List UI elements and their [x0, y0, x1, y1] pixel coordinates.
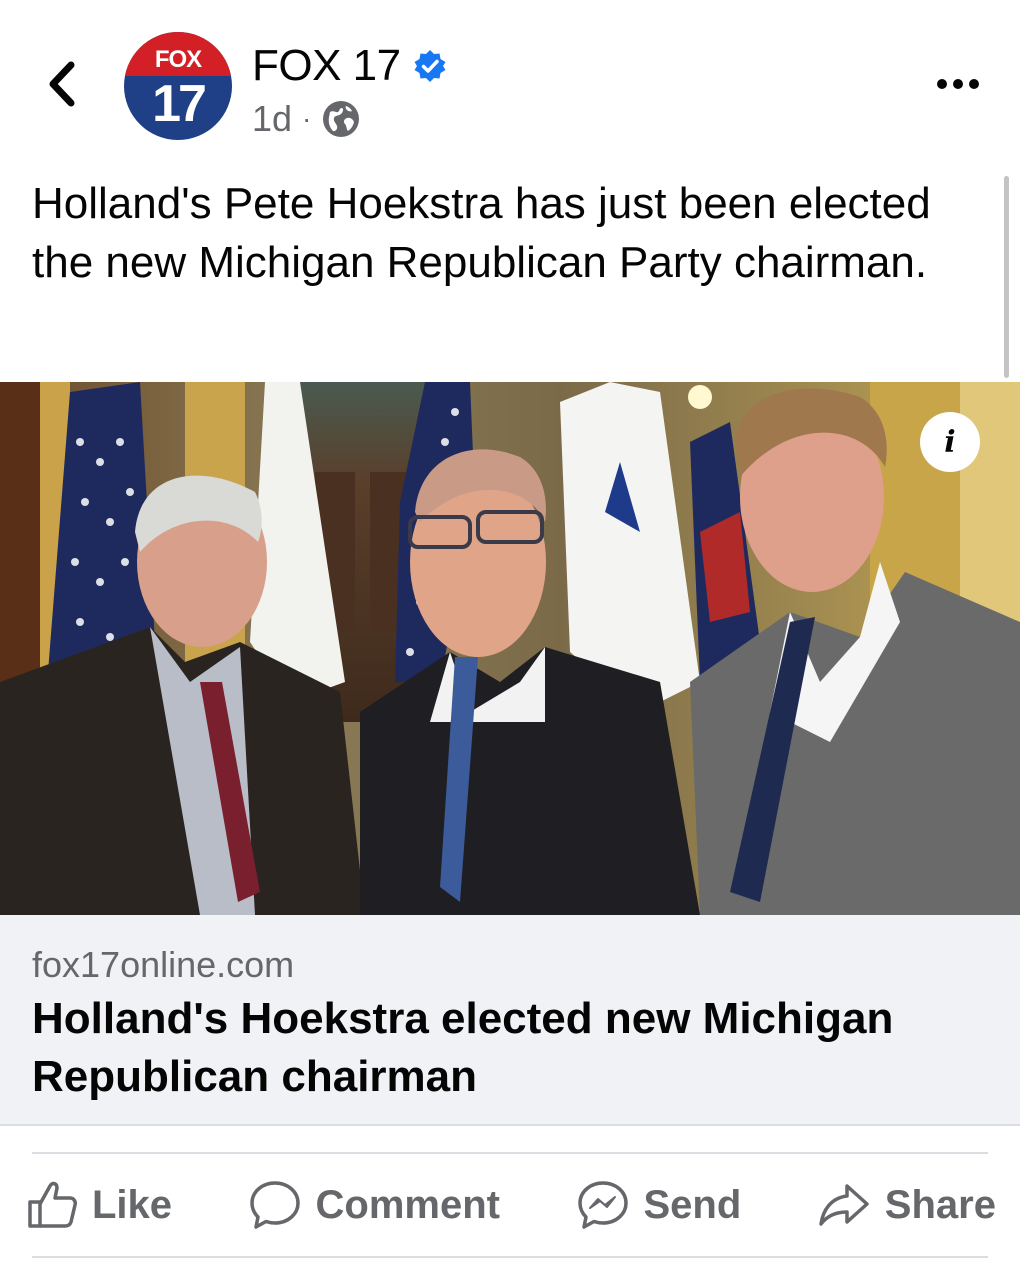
- more-options-button[interactable]: [928, 64, 988, 104]
- more-dot-icon: [969, 79, 979, 89]
- post-timestamp[interactable]: 1d: [252, 98, 292, 140]
- chevron-left-icon: [49, 61, 75, 107]
- more-dot-icon: [937, 79, 947, 89]
- divider: [32, 1152, 988, 1154]
- scrollbar[interactable]: [1004, 176, 1009, 378]
- post-image[interactable]: [0, 382, 1020, 915]
- comment-label: Comment: [315, 1182, 500, 1227]
- send-label: Send: [643, 1182, 742, 1227]
- globe-icon: [323, 101, 360, 137]
- page-avatar[interactable]: FOX 17: [124, 32, 232, 140]
- link-domain: fox17online.com: [32, 944, 295, 985]
- share-button[interactable]: Share: [817, 1182, 996, 1228]
- info-button[interactable]: i: [920, 412, 980, 472]
- messenger-icon: [577, 1181, 628, 1229]
- link-title[interactable]: Holland's Hoekstra elected new Michigan …: [32, 990, 1002, 1106]
- share-arrow-icon: [819, 1184, 869, 1226]
- avatar-logo-number: 17: [152, 75, 207, 133]
- send-button[interactable]: Send: [576, 1179, 742, 1231]
- back-button[interactable]: [38, 56, 86, 112]
- post-header: FOX 17 FOX 17 1d ·: [0, 0, 1020, 160]
- like-button[interactable]: Like: [26, 1180, 172, 1230]
- meta-separator: ·: [302, 103, 312, 134]
- page-name[interactable]: FOX 17: [252, 41, 401, 91]
- divider: [32, 1256, 988, 1258]
- comment-button[interactable]: Comment: [248, 1179, 500, 1231]
- post-text: Holland's Pete Hoekstra has just been el…: [32, 179, 931, 287]
- avatar-logo-text: FOX: [154, 46, 202, 73]
- photo-illustration: [0, 382, 1020, 915]
- share-label: Share: [884, 1182, 996, 1227]
- info-icon: i: [944, 424, 956, 460]
- action-bar: Like Comment Send Share: [26, 1160, 996, 1250]
- post-meta: 1d ·: [252, 96, 361, 142]
- like-label: Like: [92, 1182, 173, 1227]
- verified-badge-icon: [414, 50, 446, 82]
- comment-bubble-icon: [249, 1181, 300, 1229]
- thumbs-up-icon: [28, 1181, 77, 1228]
- more-dot-icon: [953, 79, 963, 89]
